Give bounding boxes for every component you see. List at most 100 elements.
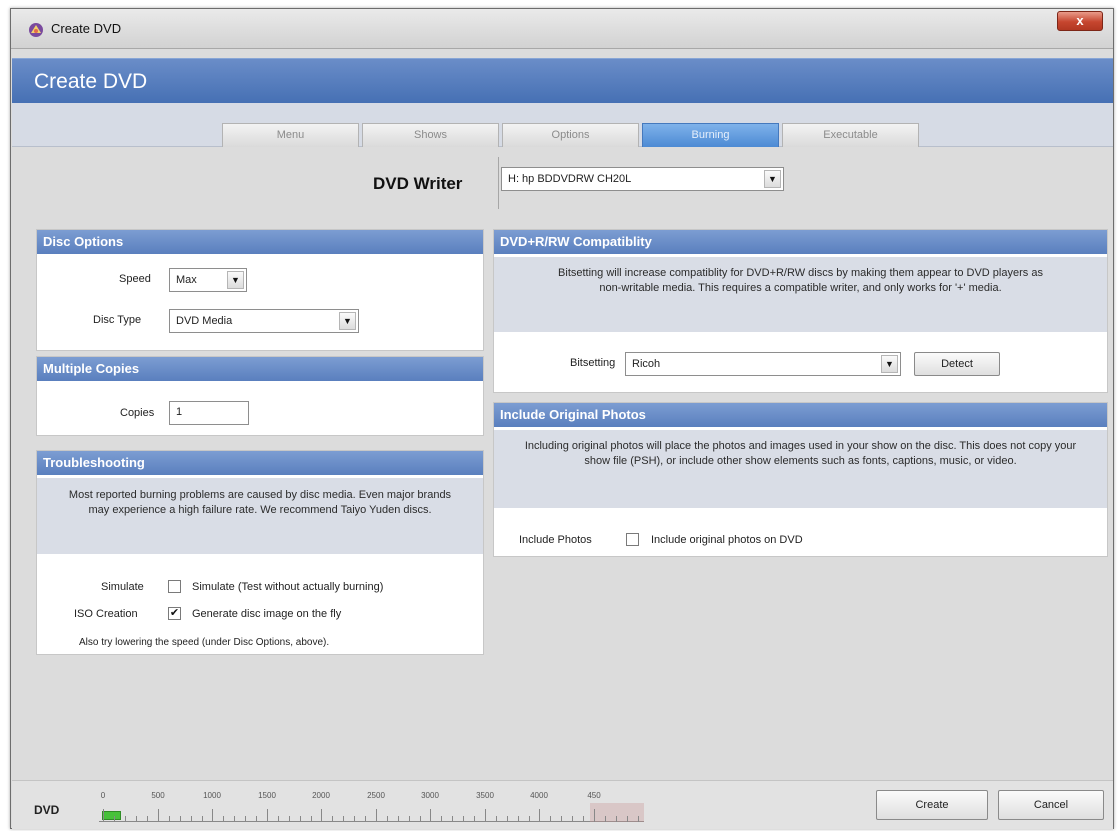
ruler-major-tick bbox=[376, 809, 377, 822]
ruler-minor-tick bbox=[332, 816, 333, 822]
app-icon bbox=[29, 23, 43, 37]
disc-type-select[interactable]: DVD Media ▼ bbox=[169, 309, 359, 333]
tab-options[interactable]: Options bbox=[502, 123, 639, 147]
page-heading: Create DVD bbox=[34, 70, 148, 93]
cancel-button[interactable]: Cancel bbox=[998, 790, 1104, 820]
ruler-minor-tick bbox=[136, 816, 137, 822]
ruler-minor-tick bbox=[114, 816, 115, 822]
writer-separator bbox=[498, 157, 499, 209]
tab-executable[interactable]: Executable bbox=[782, 123, 919, 147]
chevron-down-icon[interactable]: ▼ bbox=[764, 170, 781, 188]
ruler-minor-tick bbox=[245, 816, 246, 822]
copies-input[interactable]: 1 bbox=[169, 401, 249, 425]
ruler-minor-tick bbox=[289, 816, 290, 822]
iso-creation-text: Generate disc image on the fly bbox=[192, 608, 342, 620]
speed-value: Max bbox=[176, 274, 197, 286]
tab-menu[interactable]: Menu bbox=[222, 123, 359, 147]
dvd-writer-select[interactable]: H: hp BDDVDRW CH20L ▼ bbox=[501, 167, 784, 191]
ruler-major-tick bbox=[430, 809, 431, 822]
ruler-minor-tick bbox=[529, 816, 530, 822]
ruler-tick-label: 4000 bbox=[530, 791, 548, 800]
ruler-minor-tick bbox=[300, 816, 301, 822]
ruler-minor-tick bbox=[180, 816, 181, 822]
ruler-major-tick bbox=[103, 809, 104, 822]
disc-type-label: Disc Type bbox=[93, 314, 142, 326]
chevron-down-icon[interactable]: ▼ bbox=[339, 312, 356, 330]
ruler-limit-zone bbox=[590, 803, 644, 822]
bitsetting-select[interactable]: Ricoh ▼ bbox=[625, 352, 901, 376]
detect-button[interactable]: Detect bbox=[914, 352, 1000, 376]
ruler-minor-tick bbox=[583, 816, 584, 822]
ruler-minor-tick bbox=[638, 816, 639, 822]
compatibility-title: DVD+R/RW Compatiblity bbox=[494, 230, 1107, 254]
ruler-minor-tick bbox=[561, 816, 562, 822]
ruler-minor-tick bbox=[343, 816, 344, 822]
ruler-major-tick bbox=[539, 809, 540, 822]
capacity-usage-bar bbox=[102, 811, 121, 820]
close-button[interactable]: x bbox=[1057, 11, 1103, 31]
ruler-minor-tick bbox=[409, 816, 410, 822]
ruler-tick-label: 2500 bbox=[367, 791, 385, 800]
header-band: Create DVD bbox=[12, 58, 1113, 103]
iso-creation-label: ISO Creation bbox=[74, 608, 138, 620]
dvd-writer-value: H: hp BDDVDRW CH20L bbox=[508, 173, 632, 185]
ruler-major-tick bbox=[158, 809, 159, 822]
disc-options-panel: Disc Options Speed Max ▼ Disc Type DVD M… bbox=[36, 229, 484, 351]
multiple-copies-title: Multiple Copies bbox=[37, 357, 483, 381]
simulate-label: Simulate bbox=[101, 581, 144, 593]
tab-burning[interactable]: Burning bbox=[642, 123, 779, 147]
ruler-minor-tick bbox=[191, 816, 192, 822]
speed-label: Speed bbox=[119, 273, 151, 285]
simulate-text: Simulate (Test without actually burning) bbox=[192, 581, 384, 593]
include-photos-checkbox[interactable] bbox=[626, 533, 639, 546]
footer-bar: DVD 0 500 1000 1500 2000 2500 3000 3500 4000 450 … bbox=[12, 780, 1113, 829]
ruler-minor-tick bbox=[550, 816, 551, 822]
title-bar: Create DVD x bbox=[11, 9, 1113, 49]
create-dvd-window: Create DVD x Create DVD Menu Shows Optio… bbox=[10, 8, 1114, 829]
ruler-minor-tick bbox=[169, 816, 170, 822]
disc-type-value: DVD Media bbox=[176, 315, 233, 327]
bitsetting-value: Ricoh bbox=[632, 358, 661, 370]
chevron-down-icon[interactable]: ▼ bbox=[227, 271, 244, 289]
ruler-minor-tick bbox=[365, 816, 366, 822]
create-button[interactable]: Create bbox=[876, 790, 988, 820]
tab-strip: Menu Shows Options Burning Executable bbox=[12, 103, 1113, 147]
disc-options-title: Disc Options bbox=[37, 230, 483, 254]
ruler-minor-tick bbox=[474, 816, 475, 822]
ruler-minor-tick bbox=[125, 816, 126, 822]
chevron-down-icon[interactable]: ▼ bbox=[881, 355, 898, 373]
ruler-minor-tick bbox=[572, 816, 573, 822]
troubleshooting-note: Also try lowering the speed (under Disc … bbox=[79, 637, 330, 648]
ruler-tick-label: 1500 bbox=[258, 791, 276, 800]
ruler-tick-label: 450 bbox=[587, 791, 601, 800]
ruler-tick-label: 0 bbox=[100, 791, 106, 800]
ruler-tick-label: 1000 bbox=[203, 791, 221, 800]
iso-creation-checkbox[interactable]: ✔ bbox=[168, 607, 181, 620]
ruler-minor-tick bbox=[496, 816, 497, 822]
capacity-ruler: 0 500 1000 1500 2000 2500 3000 3500 4000 450 bbox=[99, 791, 659, 827]
simulate-checkbox[interactable] bbox=[168, 580, 181, 593]
ruler-minor-tick bbox=[507, 816, 508, 822]
tab-shows[interactable]: Shows bbox=[362, 123, 499, 147]
ruler-minor-tick bbox=[518, 816, 519, 822]
ruler-minor-tick bbox=[202, 816, 203, 822]
ruler-major-tick bbox=[212, 809, 213, 822]
ruler-tick-label: 2000 bbox=[312, 791, 330, 800]
include-photos-panel: Include Original Photos Including origin… bbox=[493, 402, 1108, 557]
dvd-capacity-label: DVD bbox=[34, 803, 60, 817]
ruler-tick-label: 3500 bbox=[476, 791, 494, 800]
window-title: Create DVD bbox=[51, 21, 122, 36]
speed-select[interactable]: Max ▼ bbox=[169, 268, 247, 292]
include-photos-text: Include original photos on DVD bbox=[651, 534, 803, 546]
ruler-minor-tick bbox=[452, 816, 453, 822]
troubleshooting-info: Most reported burning problems are cause… bbox=[37, 478, 483, 554]
ruler-minor-tick bbox=[147, 816, 148, 822]
ruler-major-tick bbox=[485, 809, 486, 822]
ruler-minor-tick bbox=[616, 816, 617, 822]
compatibility-info: Bitsetting will increase compatiblity fo… bbox=[494, 257, 1107, 332]
ruler-minor-tick bbox=[387, 816, 388, 822]
compatibility-panel: DVD+R/RW Compatiblity Bitsetting will in… bbox=[493, 229, 1108, 393]
include-photos-info: Including original photos will place the… bbox=[494, 430, 1107, 508]
ruler-minor-tick bbox=[354, 816, 355, 822]
troubleshooting-panel: Troubleshooting Most reported burning pr… bbox=[36, 450, 484, 655]
